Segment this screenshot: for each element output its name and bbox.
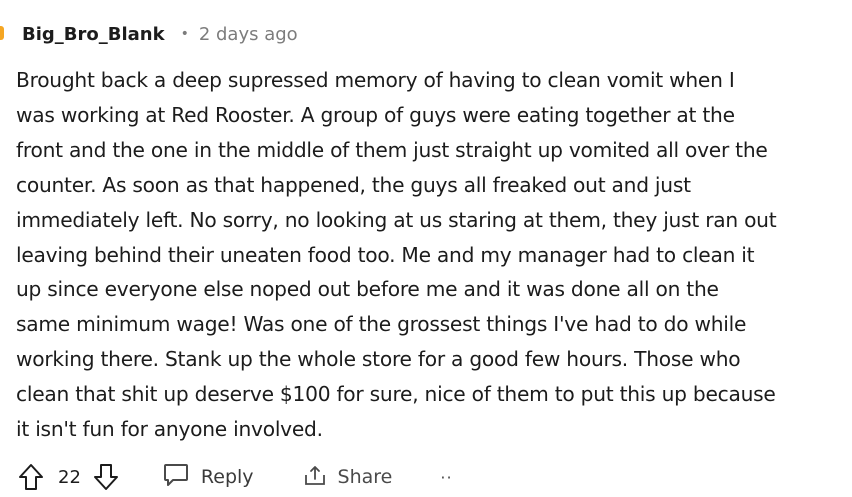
comment-body-line: working there. Stank up the whole store … — [16, 347, 741, 372]
comment-body-line: same minimum wage! Was one of the grosse… — [16, 312, 747, 337]
meta-separator: • — [180, 26, 189, 42]
share-label: Share — [337, 466, 393, 488]
comment-body-line: immediately left. No sorry, no looking a… — [16, 207, 777, 232]
comment-body-line: front and the one in the middle of them … — [16, 137, 768, 162]
comment-body-line: counter. As soon as that happened, the g… — [16, 172, 691, 197]
comment-body: Brought back a deep supressed memory of … — [16, 63, 846, 447]
reply-label: Reply — [200, 466, 254, 488]
upvote-arrow-icon[interactable] — [18, 463, 44, 491]
comment-body-line: Brought back a deep supressed memory of … — [16, 68, 735, 92]
comment-actions: 22 Reply Share ·· — [18, 460, 453, 494]
comment-body-line: up since everyone else noped out before … — [16, 277, 719, 302]
reply-button[interactable]: Reply — [163, 463, 254, 492]
comment-meta: Big_Bro_Blank • 2 days ago — [22, 20, 298, 48]
more-options-button[interactable]: ·· — [440, 468, 452, 487]
vote-count: 22 — [58, 466, 81, 488]
comment-body-line: was working at Red Rooster. A group of g… — [16, 102, 735, 127]
share-icon — [302, 463, 328, 492]
share-button[interactable]: Share — [302, 463, 393, 492]
comment-timestamp[interactable]: 2 days ago — [199, 24, 298, 45]
comment-body-line: clean that shit up deserve $100 for sure… — [16, 382, 776, 407]
comment-body-line: leaving behind their uneaten food too. M… — [16, 242, 755, 267]
downvote-arrow-icon[interactable] — [93, 463, 119, 491]
thread-line[interactable] — [0, 26, 4, 40]
comment: Big_Bro_Blank • 2 days ago Brought back … — [0, 0, 852, 497]
author-username[interactable]: Big_Bro_Blank — [22, 24, 165, 45]
comment-body-line: it isn't fun for anyone involved. — [16, 417, 323, 442]
speech-bubble-icon — [163, 463, 189, 492]
